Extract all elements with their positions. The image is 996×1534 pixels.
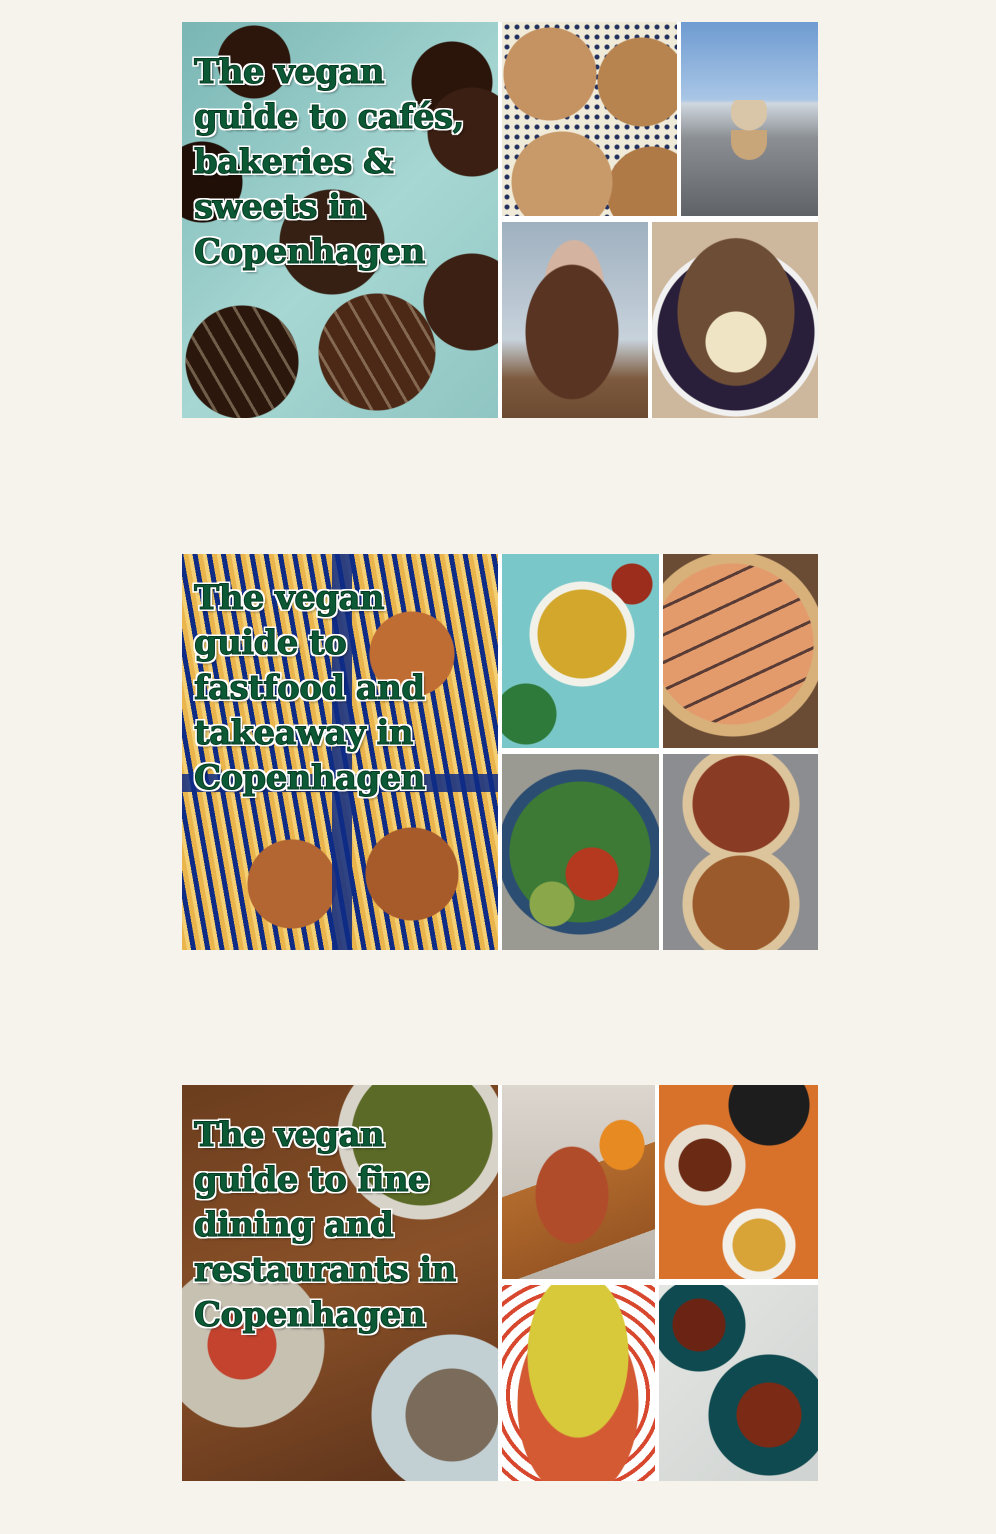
guide-card-fastfood-takeaway[interactable]: The vegan guide to fastfood and takeaway… (182, 554, 818, 950)
truffle-drizzle-decoration (182, 22, 498, 418)
pasta-dish-image (502, 1285, 655, 1481)
ice-cream-harbour-image (681, 22, 818, 216)
sourdough-bread-image (502, 22, 677, 216)
curry-bowls-image (502, 554, 659, 748)
smoothie-bowl-image (652, 222, 818, 418)
fine-dining-table-image (182, 1085, 498, 1481)
pancake-stack-image (502, 222, 648, 418)
small-plates-image (659, 1085, 818, 1279)
open-sandwich-image (502, 1085, 655, 1279)
burgers-and-fries-image (182, 554, 498, 950)
pizza-image (663, 554, 818, 748)
salad-bowl-image (502, 754, 659, 950)
guide-card-cafes-bakeries-sweets[interactable]: The vegan guide to cafés, bakeries & swe… (182, 22, 818, 418)
chocolate-truffles-image (182, 22, 498, 418)
guide-card-fine-dining-restaurants[interactable]: The vegan guide to fine dining and resta… (182, 1085, 818, 1481)
glazed-wings-image (659, 1285, 818, 1481)
burrito-wraps-image (663, 754, 818, 950)
